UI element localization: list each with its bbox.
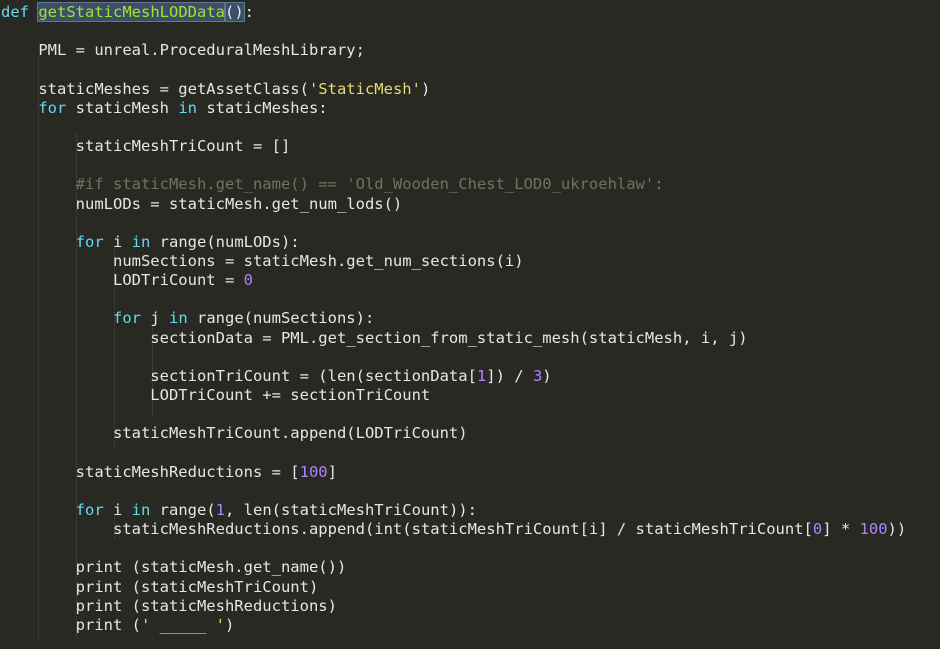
code-line: numSections = staticMesh.get_num_section… [1, 252, 524, 271]
code-line: sectionTriCount = (len(sectionData[1]) /… [1, 366, 552, 386]
code-line: for staticMesh in staticMeshes: [1, 98, 328, 118]
code-token: j [140, 309, 169, 328]
code-token: range( [150, 500, 216, 519]
code-token: staticMeshTriCount.append(LODTriCount) [1, 424, 468, 443]
code-token: range(numSections): [187, 309, 375, 328]
code-line: PML = unreal.ProceduralMeshLibrary; [1, 41, 365, 60]
code-token: , len(staticMeshTriCount)): [225, 500, 477, 519]
code-token: 100 [299, 462, 328, 481]
code-token: for [38, 98, 67, 117]
code-token: 0 [243, 271, 253, 290]
code-token: ) [420, 79, 431, 98]
code-token: ]) / [486, 366, 533, 385]
code-token: staticMeshReductions.append(int(staticMe… [1, 520, 813, 539]
code-token: in [168, 309, 188, 328]
code-line: LODTriCount = 0 [1, 271, 253, 290]
code-token: 'StaticMesh' [308, 79, 421, 98]
code-token: staticMeshReductions = [ [1, 462, 300, 481]
code-token: i [103, 500, 132, 519]
code-line: #if staticMesh.get_name() == 'Old_Wooden… [1, 175, 664, 194]
code-token: sectionData = PML.get_section_from_stati… [1, 328, 748, 347]
code-line: for j in range(numSections): [1, 309, 374, 328]
code-token: def [1, 3, 29, 21]
code-line: staticMeshTriCount = [] [1, 137, 291, 156]
code-line: print (staticMeshReductions) [1, 597, 337, 616]
code-token: for [75, 232, 104, 251]
code-token: in [131, 232, 151, 251]
code-line: print (' _____ ') [1, 615, 235, 635]
code-token: staticMeshTriCount = [] [1, 137, 291, 156]
code-token: ) [224, 615, 235, 634]
code-token: PML = unreal.ProceduralMeshLibrary; [1, 41, 365, 60]
code-line: numLODs = staticMesh.get_num_lods() [1, 194, 403, 214]
code-line: staticMeshReductions.append(int(staticMe… [1, 520, 906, 539]
code-token: ' _____ ' [140, 615, 225, 634]
code-token: print (staticMeshReductions) [1, 596, 337, 615]
code-token: for [75, 500, 104, 519]
code-token: #if staticMesh.get_name() == 'Old_Wooden… [1, 175, 664, 194]
code-token: in [131, 500, 151, 519]
code-token: print (staticMeshTriCount) [1, 577, 319, 596]
code-token: staticMesh [66, 98, 179, 117]
code-line: staticMeshReductions = [100] [1, 463, 337, 482]
code-line: print (staticMesh.get_name()) [1, 558, 347, 577]
code-editor[interactable]: def getStaticMeshLODData(): PML = unreal… [0, 0, 940, 649]
code-line: print (staticMeshTriCount) [1, 577, 319, 597]
code-token: print ( [1, 615, 141, 634]
code-line: LODTriCount += sectionTriCount [1, 386, 430, 405]
code-token: for [112, 309, 141, 328]
code-token: : [244, 3, 254, 21]
code-token: 0 [812, 520, 823, 539]
code-token: range(numLODs): [150, 232, 300, 251]
code-token: 1 [215, 500, 225, 519]
code-line: for i in range(1, len(staticMeshTriCount… [1, 501, 477, 520]
code-token: i [103, 232, 132, 251]
code-token: in [178, 98, 197, 117]
code-token: LODTriCount += sectionTriCount [1, 386, 431, 404]
code-token: ] * [822, 520, 860, 539]
code-line: def getStaticMeshLODData(): [1, 2, 254, 22]
code-token: () [224, 2, 245, 22]
code-token: ] [327, 462, 337, 481]
code-line: staticMeshTriCount.append(LODTriCount) [1, 424, 468, 443]
code-token: sectionTriCount = (len(sectionData[ [1, 366, 477, 385]
code-line: for i in range(numLODs): [1, 233, 300, 252]
code-token: staticMeshes: [196, 98, 328, 117]
code-token: getStaticMeshLODData [37, 2, 226, 22]
code-token: 3 [532, 366, 543, 385]
code-token: numLODs = staticMesh.get_num_lods() [1, 194, 403, 213]
code-token: ) [542, 366, 552, 385]
code-line: sectionData = PML.get_section_from_stati… [1, 328, 748, 348]
code-token: staticMeshes = getAssetClass( [1, 79, 309, 98]
code-token: numSections = staticMesh.get_num_section… [1, 251, 524, 270]
code-token: LODTriCount = [1, 271, 244, 290]
code-line: staticMeshes = getAssetClass('StaticMesh… [1, 80, 430, 99]
code-token: 1 [476, 366, 487, 385]
code-token: )) [887, 520, 907, 539]
code-token: 100 [859, 520, 888, 539]
code-token: print (staticMesh.get_name()) [1, 558, 347, 577]
